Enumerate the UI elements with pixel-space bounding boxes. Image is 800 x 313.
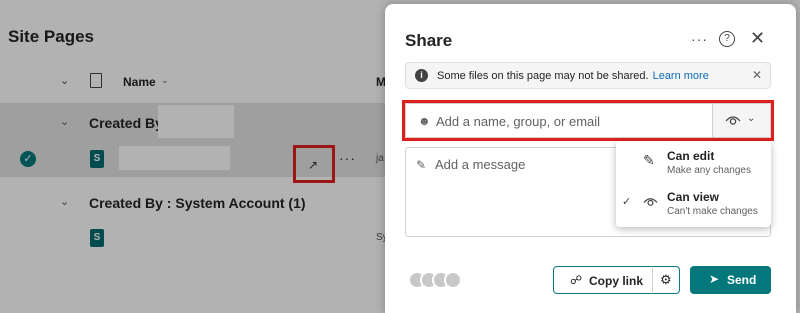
option-subtitle: Make any changes (667, 165, 751, 176)
info-message-bar: i Some files on this page may not be sha… (405, 62, 771, 89)
eye-icon (643, 198, 658, 206)
info-icon: i (415, 69, 428, 82)
link-settings-button[interactable]: ⚙ (652, 266, 680, 294)
link-icon: ☍ (570, 273, 583, 287)
option-title: Can view (667, 190, 720, 204)
info-text: Some files on this page may not be share… (437, 70, 649, 82)
close-icon[interactable]: ✕ (750, 28, 765, 49)
recipients-input[interactable] (436, 111, 706, 131)
permission-menu: ✎ Can edit Make any changes ✓ Can view C… (616, 141, 771, 227)
option-title: Can edit (667, 149, 715, 163)
send-button[interactable]: ➤ Send (690, 266, 771, 294)
more-options-icon[interactable]: ··· (691, 31, 708, 47)
gear-icon: ⚙ (660, 272, 672, 287)
shared-with-avatars[interactable] (408, 271, 468, 293)
info-message: Some files on this page may not be share… (437, 70, 709, 82)
dialog-title: Share (405, 31, 453, 50)
menu-item-can-edit[interactable]: ✎ Can edit Make any changes (616, 144, 771, 184)
person-icon: ☻ (418, 114, 431, 128)
message-icon: ✎ (416, 158, 427, 172)
option-subtitle: Can't make changes (667, 206, 758, 217)
copy-link-label: Copy link (589, 274, 644, 288)
avatar (444, 271, 462, 289)
recipients-field-highlight: ☻ ⌄ (402, 100, 774, 141)
permission-dropdown-button[interactable]: ⌄ (712, 104, 770, 137)
menu-item-can-view[interactable]: ✓ Can view Can't make changes (616, 185, 771, 225)
pencil-icon: ✎ (643, 152, 655, 168)
send-label: Send (727, 273, 757, 287)
copy-link-button[interactable]: ☍ Copy link (553, 266, 653, 294)
checkmark-icon: ✓ (622, 196, 632, 208)
help-icon[interactable]: ? (719, 31, 735, 47)
message-input[interactable] (435, 157, 615, 172)
send-icon: ➤ (709, 272, 720, 286)
chevron-down-icon: ⌄ (747, 113, 756, 124)
learn-more-link[interactable]: Learn more (653, 70, 709, 82)
dismiss-icon[interactable]: ✕ (752, 68, 762, 82)
recipients-field[interactable]: ☻ ⌄ (405, 103, 771, 138)
eye-icon (725, 116, 741, 125)
